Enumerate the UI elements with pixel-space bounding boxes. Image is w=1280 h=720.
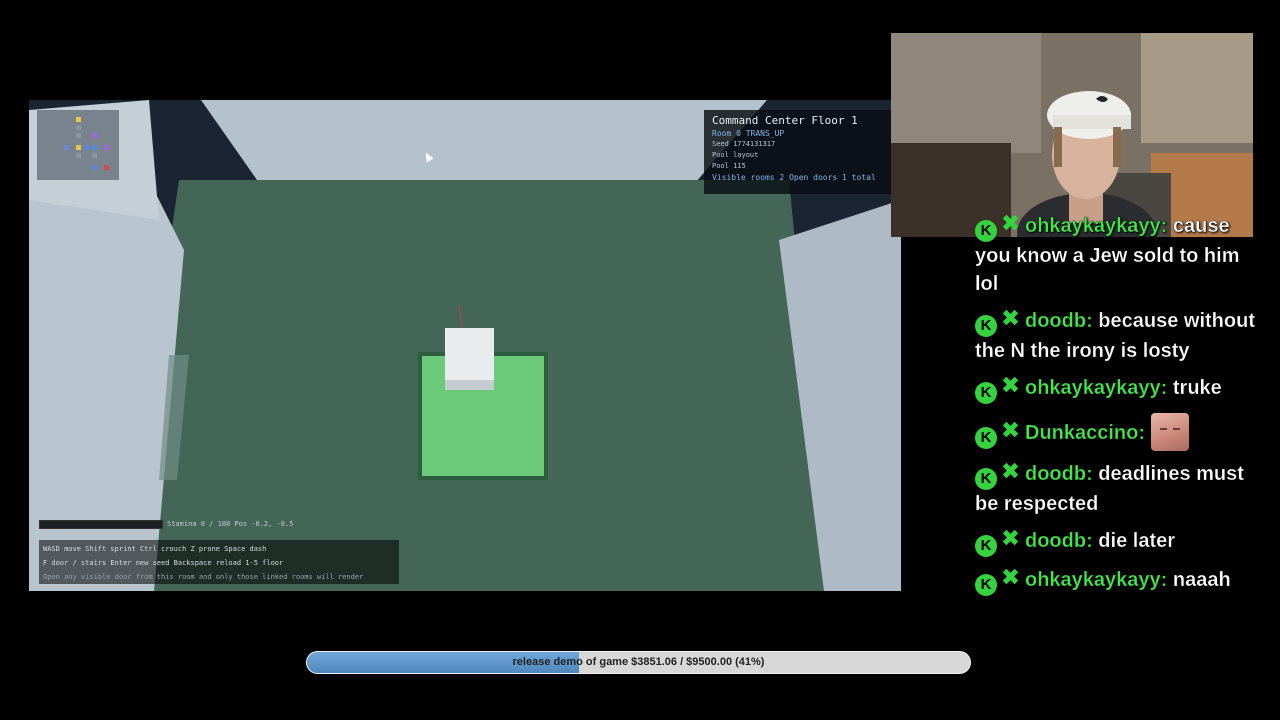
chat-message: K Dunkaccino: bbox=[975, 413, 1265, 451]
pool-text: Pool 115 bbox=[712, 162, 746, 170]
minimap bbox=[37, 110, 119, 180]
visible-rooms-text: Visible rooms 2 Open doors 1 total bbox=[712, 173, 876, 182]
goal-label: release demo of game $3851.06 / $9500.00… bbox=[512, 656, 765, 668]
room-id: Room 0 TRANS_UP bbox=[712, 129, 785, 138]
plus-badge-icon bbox=[998, 210, 1022, 234]
k-badge-icon: K bbox=[975, 382, 997, 404]
chat-message: Kohkaykaykayy: cause you know a Jew sold… bbox=[975, 212, 1265, 298]
chat-text: die later bbox=[1092, 530, 1176, 552]
pool-layout-text: Pool layout bbox=[712, 151, 759, 159]
plus-badge-icon bbox=[998, 417, 1022, 441]
chat-message: Kdoodb: deadlines must be respected bbox=[975, 460, 1265, 518]
plus-badge-icon bbox=[998, 372, 1022, 396]
stamina-text: Stamina 0 / 100 Pos -0.2, -0.5 bbox=[167, 520, 294, 528]
chat-text: naaah bbox=[1167, 569, 1231, 591]
chat-username[interactable]: Dunkaccino: bbox=[1025, 422, 1145, 444]
chat-message: Kdoodb: die later bbox=[975, 527, 1265, 557]
plus-badge-icon bbox=[998, 458, 1022, 482]
k-badge-icon: K bbox=[975, 315, 997, 337]
chat-username[interactable]: doodb: bbox=[1025, 530, 1093, 552]
controls-line-3: Open any visible door from this room and… bbox=[43, 573, 364, 581]
k-badge-icon: K bbox=[975, 468, 997, 490]
room-info-panel: Command Center Floor 1 Room 0 TRANS_UP S… bbox=[704, 110, 891, 194]
controls-help: WASD move Shift sprint Ctrl crouch Z pro… bbox=[39, 540, 399, 584]
seed-text: Seed 1774131317 bbox=[712, 140, 776, 148]
k-badge-icon: K bbox=[975, 574, 997, 596]
face-emote bbox=[1151, 413, 1190, 451]
k-badge-icon: K bbox=[975, 220, 997, 242]
chat-text: truke bbox=[1167, 377, 1222, 399]
chat-text: because without the N the irony is losty bbox=[975, 310, 1255, 362]
plus-badge-icon bbox=[998, 564, 1022, 588]
plus-badge-icon bbox=[998, 305, 1022, 329]
goal-progress-bar: release demo of game $3851.06 / $9500.00… bbox=[306, 651, 971, 674]
chat-message: Kohkaykaykayy: naaah bbox=[975, 566, 1265, 596]
controls-line-2: F door / stairs Enter new seed Backspace… bbox=[43, 559, 284, 567]
plus-badge-icon bbox=[998, 525, 1022, 549]
chat-username[interactable]: ohkaykaykayy: bbox=[1025, 215, 1168, 237]
chat-message: Kohkaykaykayy: truke bbox=[975, 374, 1265, 404]
k-badge-icon: K bbox=[975, 535, 997, 557]
chat-username[interactable]: ohkaykaykayy: bbox=[1025, 569, 1168, 591]
webcam-feed bbox=[891, 33, 1253, 237]
controls-line-1: WASD move Shift sprint Ctrl crouch Z pro… bbox=[43, 545, 267, 553]
stamina-bar bbox=[39, 519, 163, 529]
chat-text: deadlines must be respected bbox=[975, 463, 1244, 515]
chat-username[interactable]: ohkaykaykayy: bbox=[1025, 377, 1168, 399]
game-viewport[interactable]: Command Center Floor 1 Room 0 TRANS_UP S… bbox=[29, 100, 901, 591]
chat-panel: Kohkaykaykayy: cause you know a Jew sold… bbox=[975, 212, 1265, 605]
k-badge-icon: K bbox=[975, 427, 997, 449]
chat-username[interactable]: doodb: bbox=[1025, 310, 1093, 332]
stamina-row: Stamina 0 / 100 Pos -0.2, -0.5 bbox=[39, 518, 293, 530]
room-title: Command Center Floor 1 bbox=[712, 114, 858, 127]
chat-message: Kdoodb: because without the N the irony … bbox=[975, 307, 1265, 365]
chat-username[interactable]: doodb: bbox=[1025, 463, 1093, 485]
